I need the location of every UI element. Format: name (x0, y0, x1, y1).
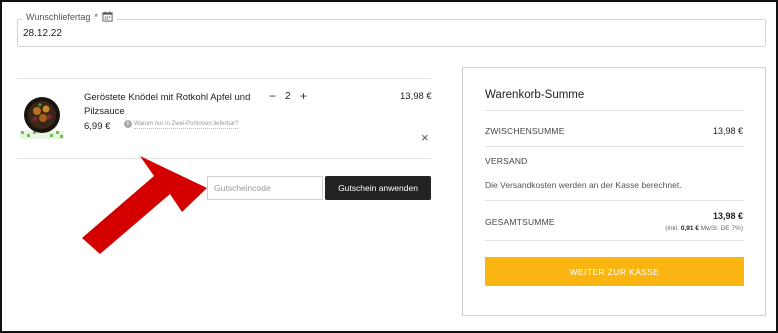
info-icon[interactable]: i (124, 120, 132, 128)
quantity-value[interactable]: 2 (285, 91, 291, 102)
totals-divider-2 (485, 146, 744, 147)
cart-top-divider (17, 78, 431, 79)
cart-totals-panel: Warenkorb-Summe ZWISCHENSUMME 13,98 € VE… (462, 67, 766, 316)
totals-divider-4 (485, 240, 744, 241)
totals-divider-1 (485, 110, 744, 111)
delivery-date-field[interactable] (17, 19, 766, 47)
cart-bottom-divider (17, 158, 431, 159)
product-image[interactable] (20, 95, 64, 139)
apply-coupon-button[interactable]: Gutschein anwenden (325, 176, 431, 200)
red-arrow-annotation (82, 156, 207, 254)
required-asterisk: * (94, 11, 98, 22)
coupon-code-input[interactable] (207, 176, 323, 200)
subtotal-label: ZWISCHENSUMME (485, 126, 565, 136)
remove-item-icon[interactable]: × (421, 130, 429, 145)
quantity-decrease-button[interactable]: − (269, 89, 276, 103)
totals-divider-3 (485, 200, 744, 201)
delivery-date-label: Wunschliefertag * (22, 11, 117, 22)
shipping-note: Die Versandkosten werden an der Kasse be… (485, 180, 682, 190)
proceed-to-checkout-button[interactable]: WEITER ZUR KASSE (485, 257, 744, 286)
portion-hint-link[interactable]: Warum nur in Zwei-Portionen lieferbar? (134, 120, 239, 129)
delivery-date-label-text: Wunschliefertag (26, 11, 91, 22)
product-unit-price: 6,99 € (84, 121, 111, 132)
line-total: 13,98 € (400, 91, 432, 102)
subtotal-value: 13,98 € (712, 126, 743, 136)
calendar-icon[interactable] (102, 11, 113, 22)
cart-totals-title: Warenkorb-Summe (485, 89, 585, 101)
tax-suffix: MwSt. DE 7%) (700, 225, 743, 232)
delivery-date-value[interactable]: 28.12.22 (23, 28, 62, 39)
tax-prefix: (inkl. (665, 225, 680, 232)
total-value: 13,98 € (712, 211, 743, 221)
shipping-label: VERSAND (485, 156, 528, 166)
quantity-increase-button[interactable]: + (300, 89, 307, 103)
product-name[interactable]: Geröstete Knödel mit Rotkohl Apfel und P… (84, 91, 264, 119)
tax-note: (inkl. 0,91 € MwSt. DE 7%) (665, 225, 743, 232)
tax-amount: 0,91 € (680, 225, 699, 232)
total-label: GESAMTSUMME (485, 217, 555, 227)
